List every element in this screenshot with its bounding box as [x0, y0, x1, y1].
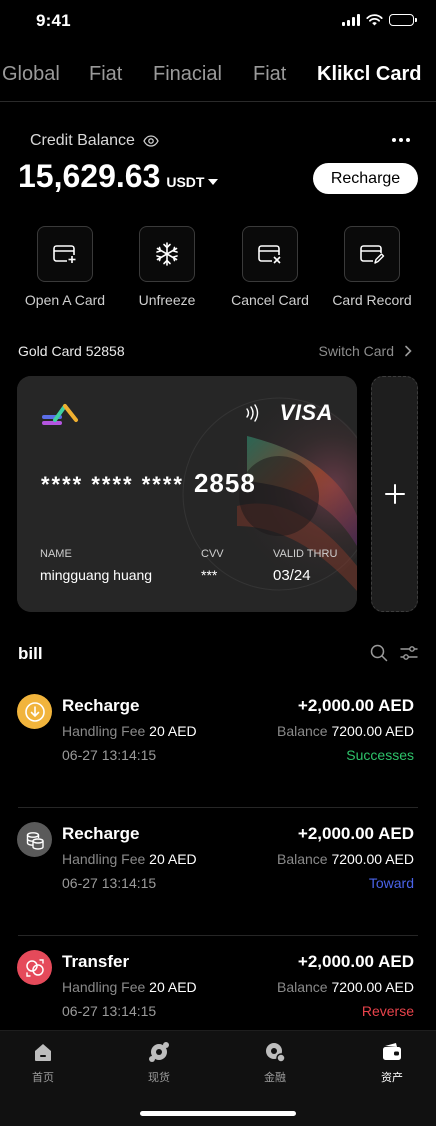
- bill-item-fee: Handling Fee 20 AED: [62, 851, 197, 867]
- bill-item-time: 06-27 13:14:15: [62, 1003, 157, 1019]
- unfreeze-button[interactable]: Unfreeze: [115, 226, 219, 308]
- card-number: **** **** **** 2858: [41, 468, 256, 499]
- spot-icon: [148, 1041, 170, 1063]
- coins-icon: [26, 831, 44, 850]
- download-icon: [24, 701, 45, 722]
- card-number-last4: 2858: [193, 468, 256, 498]
- home-icon: [32, 1041, 54, 1063]
- finance-icon: [264, 1041, 286, 1063]
- status-bar: 9:41: [0, 0, 436, 44]
- nav-home-label: 首页: [32, 1071, 54, 1084]
- home-indicator: [140, 1111, 296, 1116]
- bill-item-status: Reverse: [361, 1003, 414, 1019]
- tab-finacial[interactable]: Finacial: [153, 63, 222, 86]
- tab-klikcl-card[interactable]: Klikcl Card: [317, 63, 421, 86]
- open-card-button[interactable]: Open A Card: [13, 226, 117, 308]
- switch-card-button[interactable]: Switch Card: [319, 343, 412, 359]
- chevron-right-icon: [405, 345, 412, 357]
- bill-item[interactable]: Recharge Handling Fee 20 AED 06-27 13:14…: [0, 680, 436, 808]
- nav-finance-label: 金融: [264, 1071, 286, 1084]
- card-cvv-label: CVV: [201, 548, 224, 560]
- bill-item-icon: [17, 822, 52, 857]
- bill-item-status: Toward: [368, 875, 414, 891]
- top-tabs: Global Fiat Finacial Fiat Klikcl Card: [0, 58, 436, 102]
- eye-icon[interactable]: [143, 135, 159, 147]
- bill-item-fee: Handling Fee 20 AED: [62, 723, 197, 739]
- bill-item-icon: [17, 950, 52, 985]
- more-options-icon[interactable]: [386, 128, 416, 152]
- bill-item-balance: Balance 7200.00 AED: [277, 979, 414, 995]
- cancel-card-button[interactable]: Cancel Card: [218, 226, 322, 308]
- balance-amount: 15,629.63: [18, 158, 161, 194]
- bill-item-amount: +2,000.00 AED: [297, 952, 414, 971]
- nav-assets-label: 资产: [381, 1071, 403, 1084]
- bill-item-name: Recharge: [62, 824, 140, 843]
- card-title: Gold Card 52858: [18, 343, 125, 359]
- currency-unit: USDT: [166, 174, 205, 190]
- card-cancel-icon: [242, 226, 298, 282]
- bill-item-icon: [17, 694, 52, 729]
- bill-item[interactable]: Recharge Handling Fee 20 AED 06-27 13:14…: [0, 808, 436, 936]
- bill-item-name: Recharge: [62, 696, 140, 715]
- cancel-card-label: Cancel Card: [231, 292, 309, 308]
- unfreeze-label: Unfreeze: [138, 292, 196, 308]
- bill-item-time: 06-27 13:14:15: [62, 875, 157, 891]
- battery-icon: [389, 14, 417, 26]
- card-edit-icon: [344, 226, 400, 282]
- bill-item-status: Successes: [346, 747, 414, 763]
- credit-card[interactable]: VISA **** **** **** 2858 NAME mingguang h…: [17, 376, 357, 612]
- switch-card-label: Switch Card: [318, 343, 394, 359]
- bill-item-balance: Balance 7200.00 AED: [277, 723, 414, 739]
- bill-item-time: 06-27 13:14:15: [62, 747, 157, 763]
- open-card-label: Open A Card: [24, 292, 106, 308]
- card-valid-thru: 03/24: [273, 567, 311, 584]
- wifi-icon: [366, 14, 383, 26]
- tab-fiat[interactable]: Fiat: [89, 63, 122, 86]
- bill-item-name: Transfer: [62, 952, 130, 971]
- card-valid-label: VALID THRU: [273, 548, 338, 560]
- bill-item-amount: +2,000.00 AED: [297, 824, 414, 843]
- bill-item-fee: Handling Fee 20 AED: [62, 979, 197, 995]
- card-logo-icon: [42, 404, 78, 425]
- nav-home[interactable]: 首页: [3, 1041, 83, 1085]
- card-add-icon: [37, 226, 93, 282]
- card-actions: Open A Card Unfreeze Cancel Card Card Re…: [0, 226, 436, 316]
- bill-item-amount: +2,000.00 AED: [297, 696, 414, 715]
- card-name-label: NAME: [40, 548, 72, 560]
- credit-balance-label: Credit Balance: [30, 132, 159, 150]
- wallet-icon: [381, 1041, 403, 1063]
- bill-item-balance: Balance 7200.00 AED: [277, 851, 414, 867]
- tab-global[interactable]: Global: [2, 63, 60, 86]
- balance-amount-row: 15,629.63 USDT: [18, 158, 219, 195]
- credit-balance-text: Credit Balance: [30, 132, 135, 149]
- nav-spot[interactable]: 现货: [119, 1041, 199, 1085]
- snowflake-icon: [139, 226, 195, 282]
- card-record-label: Card Record: [332, 292, 412, 308]
- cellular-signal-icon: [342, 14, 360, 26]
- tabs-divider: [0, 101, 436, 102]
- nav-assets[interactable]: 资产: [352, 1041, 432, 1085]
- bill-title: bill: [18, 644, 43, 663]
- card-number-masked: **** **** ****: [41, 472, 184, 497]
- tab-fiat-2[interactable]: Fiat: [253, 63, 286, 86]
- add-card-button[interactable]: [371, 376, 418, 612]
- currency-selector[interactable]: USDT: [166, 174, 219, 190]
- card-brand: VISA: [279, 400, 333, 425]
- filter-icon[interactable]: [400, 644, 418, 662]
- transfer-icon: [25, 958, 44, 977]
- nav-finance[interactable]: 金融: [235, 1041, 315, 1085]
- status-time: 9:41: [36, 11, 71, 30]
- contactless-icon: [246, 404, 259, 422]
- recharge-button[interactable]: Recharge: [313, 163, 418, 194]
- status-icons: [342, 14, 417, 26]
- plus-icon: [384, 484, 405, 504]
- card-record-button[interactable]: Card Record: [320, 226, 424, 308]
- nav-spot-label: 现货: [148, 1071, 170, 1084]
- card-cvv: ***: [201, 567, 218, 583]
- caret-down-icon: [208, 179, 219, 185]
- card-holder-name: mingguang huang: [40, 567, 153, 583]
- search-icon[interactable]: [370, 644, 388, 662]
